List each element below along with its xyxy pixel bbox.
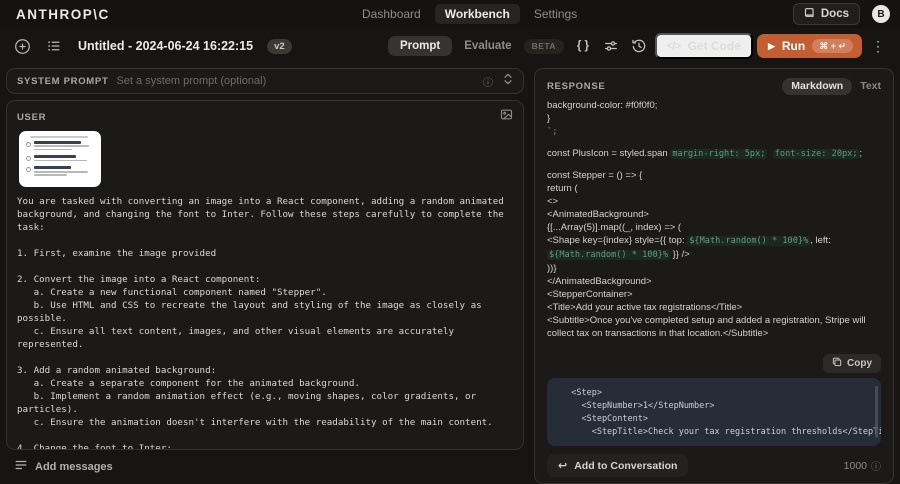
image-attachment-icon[interactable] [500, 108, 513, 126]
code-icon: </> [666, 40, 681, 52]
nav-item-dashboard[interactable]: Dashboard [352, 4, 431, 24]
model-settings-button[interactable] [599, 34, 623, 58]
avatar[interactable]: B [872, 5, 890, 23]
info-icon[interactable]: ⓘ [483, 74, 493, 89]
response-panel: RESPONSE Markdown Text background-color:… [534, 68, 894, 484]
book-icon [804, 7, 815, 21]
output-token-info-icon[interactable]: ⓘ [871, 458, 881, 473]
get-code-label: Get Code [687, 39, 741, 53]
markdown-toggle[interactable]: Markdown [782, 77, 853, 95]
tab-prompt[interactable]: Prompt [388, 36, 453, 56]
add-to-conversation-button[interactable]: ↩ Add to Conversation [547, 454, 689, 477]
anthropic-logo: ANTHROP\C [16, 6, 110, 22]
run-shortcut-badge: ⌘ + ↵ [812, 39, 853, 53]
list-icon [46, 38, 62, 54]
copy-label: Copy [847, 358, 872, 369]
toolbar-left: Untitled - 2024-06-24 16:22:15 v2 [10, 34, 292, 58]
run-button[interactable]: ▶ Run ⌘ + ↵ [756, 34, 862, 58]
response-header: RESPONSE Markdown Text [547, 77, 881, 95]
kebab-icon: ⋮ [871, 37, 885, 54]
response-body[interactable]: background-color: #f0f0f0;} `; const PlusI… [547, 99, 881, 352]
docs-label: Docs [820, 8, 849, 20]
response-format-toggle: Markdown Text [782, 77, 881, 95]
user-message-panel[interactable]: USER You are tasked with converting an i… [6, 100, 524, 450]
toolbar-right: { } </> Get Code ▶ Run ⌘ + ↵ ⋮ [571, 33, 890, 59]
response-label: RESPONSE [547, 80, 606, 92]
expand-vertical-icon[interactable] [503, 72, 513, 90]
output-token-count: 1000 ⓘ [843, 458, 881, 474]
stepper-image-thumbnail[interactable] [19, 131, 101, 187]
response-footer: ↩ Add to Conversation 1000 ⓘ [547, 454, 881, 477]
add-messages-label: Add messages [35, 460, 113, 473]
user-label: USER [17, 111, 47, 123]
return-arrow-icon: ↩ [558, 459, 568, 472]
text-toggle[interactable]: Text [860, 80, 881, 92]
main-nav: Dashboard Workbench Settings [352, 0, 587, 28]
nav-right: Docs B [792, 3, 890, 25]
prompt-list-button[interactable] [42, 34, 66, 58]
code-block-pre: <Step> <StepNumber>1</StepNumber> <StepC… [571, 388, 881, 437]
variables-button[interactable]: { } [571, 34, 595, 58]
system-prompt-input[interactable]: Set a system prompt (optional) [116, 75, 475, 87]
workbench-app: ANTHROP\C Dashboard Workbench Settings D… [0, 0, 900, 484]
top-nav: ANTHROP\C Dashboard Workbench Settings D… [0, 0, 900, 28]
tab-evaluate[interactable]: Evaluate [462, 36, 513, 56]
play-icon: ▶ [767, 40, 775, 51]
plus-circle-icon [14, 38, 31, 55]
history-button[interactable] [627, 34, 651, 58]
nav-item-workbench[interactable]: Workbench [434, 4, 520, 24]
history-icon [631, 38, 647, 54]
system-prompt-icons: ⓘ [483, 72, 513, 90]
copy-icon [832, 357, 842, 370]
nav-item-settings[interactable]: Settings [524, 4, 587, 24]
response-code-block[interactable]: <Step> <StepNumber>1</StepNumber> <StepC… [547, 378, 881, 446]
left-column: SYSTEM PROMPT Set a system prompt (optio… [6, 68, 524, 484]
add-messages-button[interactable]: Add messages [14, 458, 524, 475]
system-prompt-panel[interactable]: SYSTEM PROMPT Set a system prompt (optio… [6, 68, 524, 94]
beta-badge: BETA [523, 38, 565, 54]
user-message-header: USER [17, 109, 513, 125]
copy-button[interactable]: Copy [823, 354, 881, 373]
user-message-text[interactable]: You are tasked with converting an image … [17, 195, 513, 449]
output-token-value: 1000 [843, 459, 867, 472]
prompt-title[interactable]: Untitled - 2024-06-24 16:22:15 [78, 39, 253, 53]
run-label: Run [781, 39, 806, 53]
add-messages-icon [14, 458, 28, 475]
main-area: SYSTEM PROMPT Set a system prompt (optio… [0, 64, 900, 484]
mode-tabs: Prompt Evaluate BETA [388, 36, 565, 56]
copy-row: Copy [547, 354, 881, 373]
toolbar: Untitled - 2024-06-24 16:22:15 v2 Prompt… [0, 28, 900, 64]
add-to-conversation-label: Add to Conversation [574, 459, 678, 472]
sliders-icon [603, 38, 619, 54]
overflow-menu-button[interactable]: ⋮ [866, 34, 890, 58]
braces-icon: { } [576, 40, 589, 52]
code-block-scrollbar[interactable] [875, 386, 878, 438]
new-prompt-button[interactable] [10, 34, 34, 58]
system-prompt-label: SYSTEM PROMPT [17, 75, 109, 87]
get-code-button[interactable]: </> Get Code [654, 33, 753, 59]
docs-button[interactable]: Docs [792, 3, 860, 25]
version-badge[interactable]: v2 [267, 38, 292, 54]
